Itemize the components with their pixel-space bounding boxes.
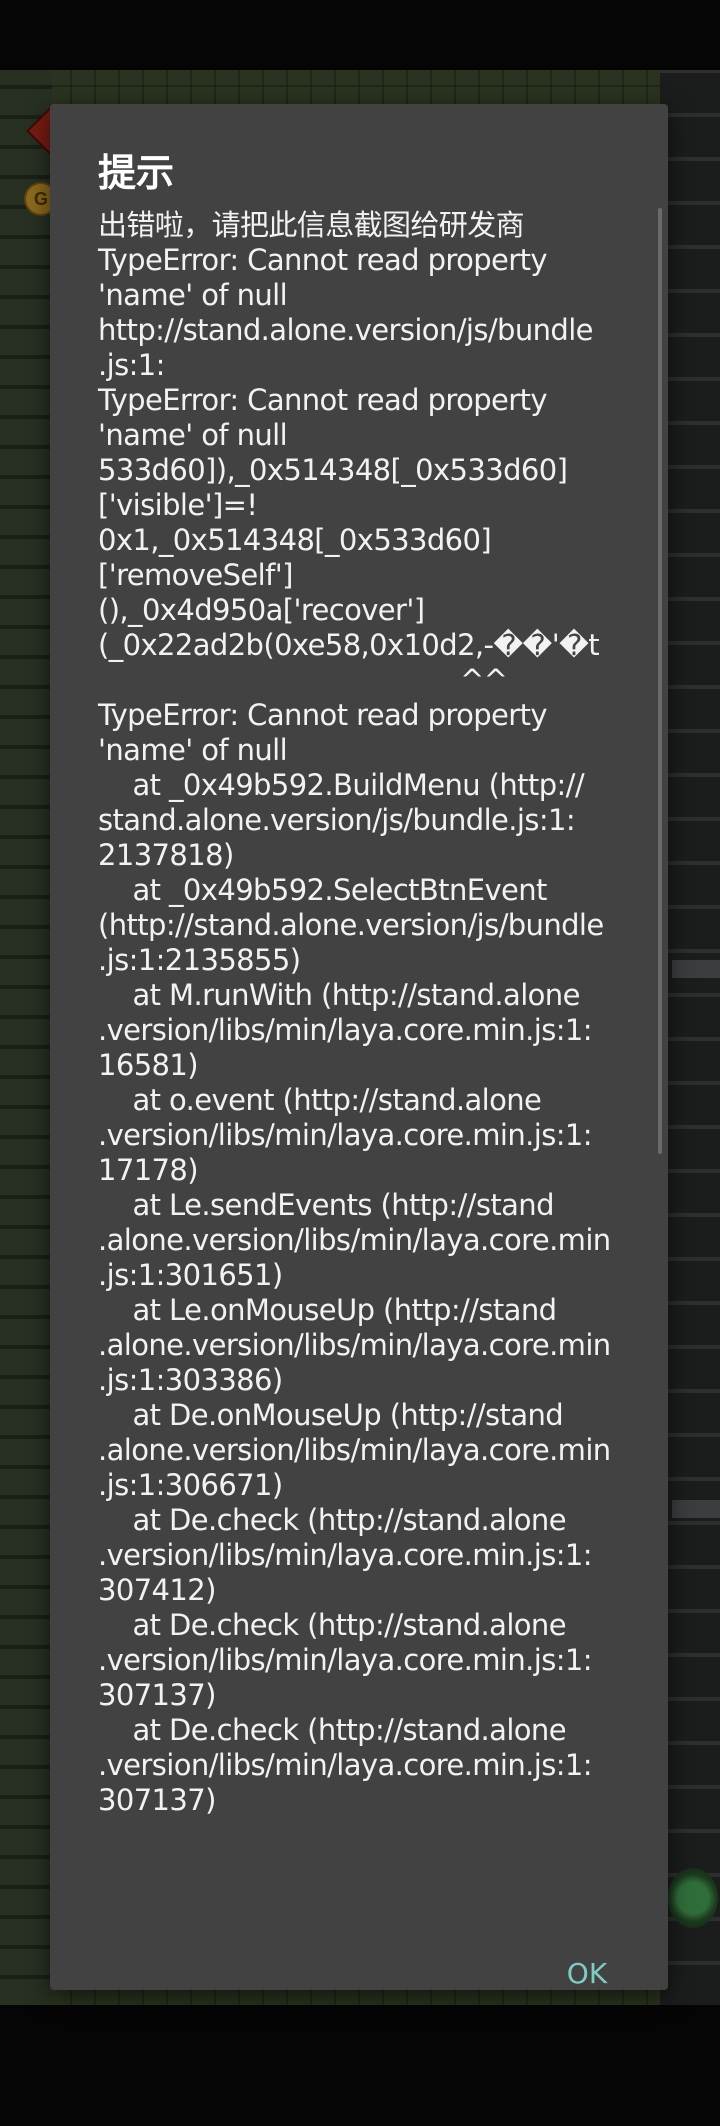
dialog-scrollbar[interactable]: [658, 208, 662, 1154]
navigation-bar: [0, 2005, 720, 2126]
side-ledge: [672, 960, 720, 978]
game-wall-left: [0, 70, 52, 2005]
screen: G 提示 出错啦，请把此信息截图给研发商 TypeError: Cannot r…: [0, 0, 720, 2126]
side-ledge: [672, 1500, 720, 1518]
ok-button[interactable]: OK: [542, 1950, 632, 1996]
game-wall-right: [660, 70, 720, 2005]
status-bar: [0, 0, 720, 70]
dialog-title: 提示: [98, 151, 175, 195]
dialog-message: 出错啦，请把此信息截图给研发商 TypeError: Cannot read p…: [98, 208, 611, 1817]
green-orb-icon[interactable]: [668, 1868, 718, 1928]
error-dialog: 提示 出错啦，请把此信息截图给研发商 TypeError: Cannot rea…: [50, 104, 668, 1990]
